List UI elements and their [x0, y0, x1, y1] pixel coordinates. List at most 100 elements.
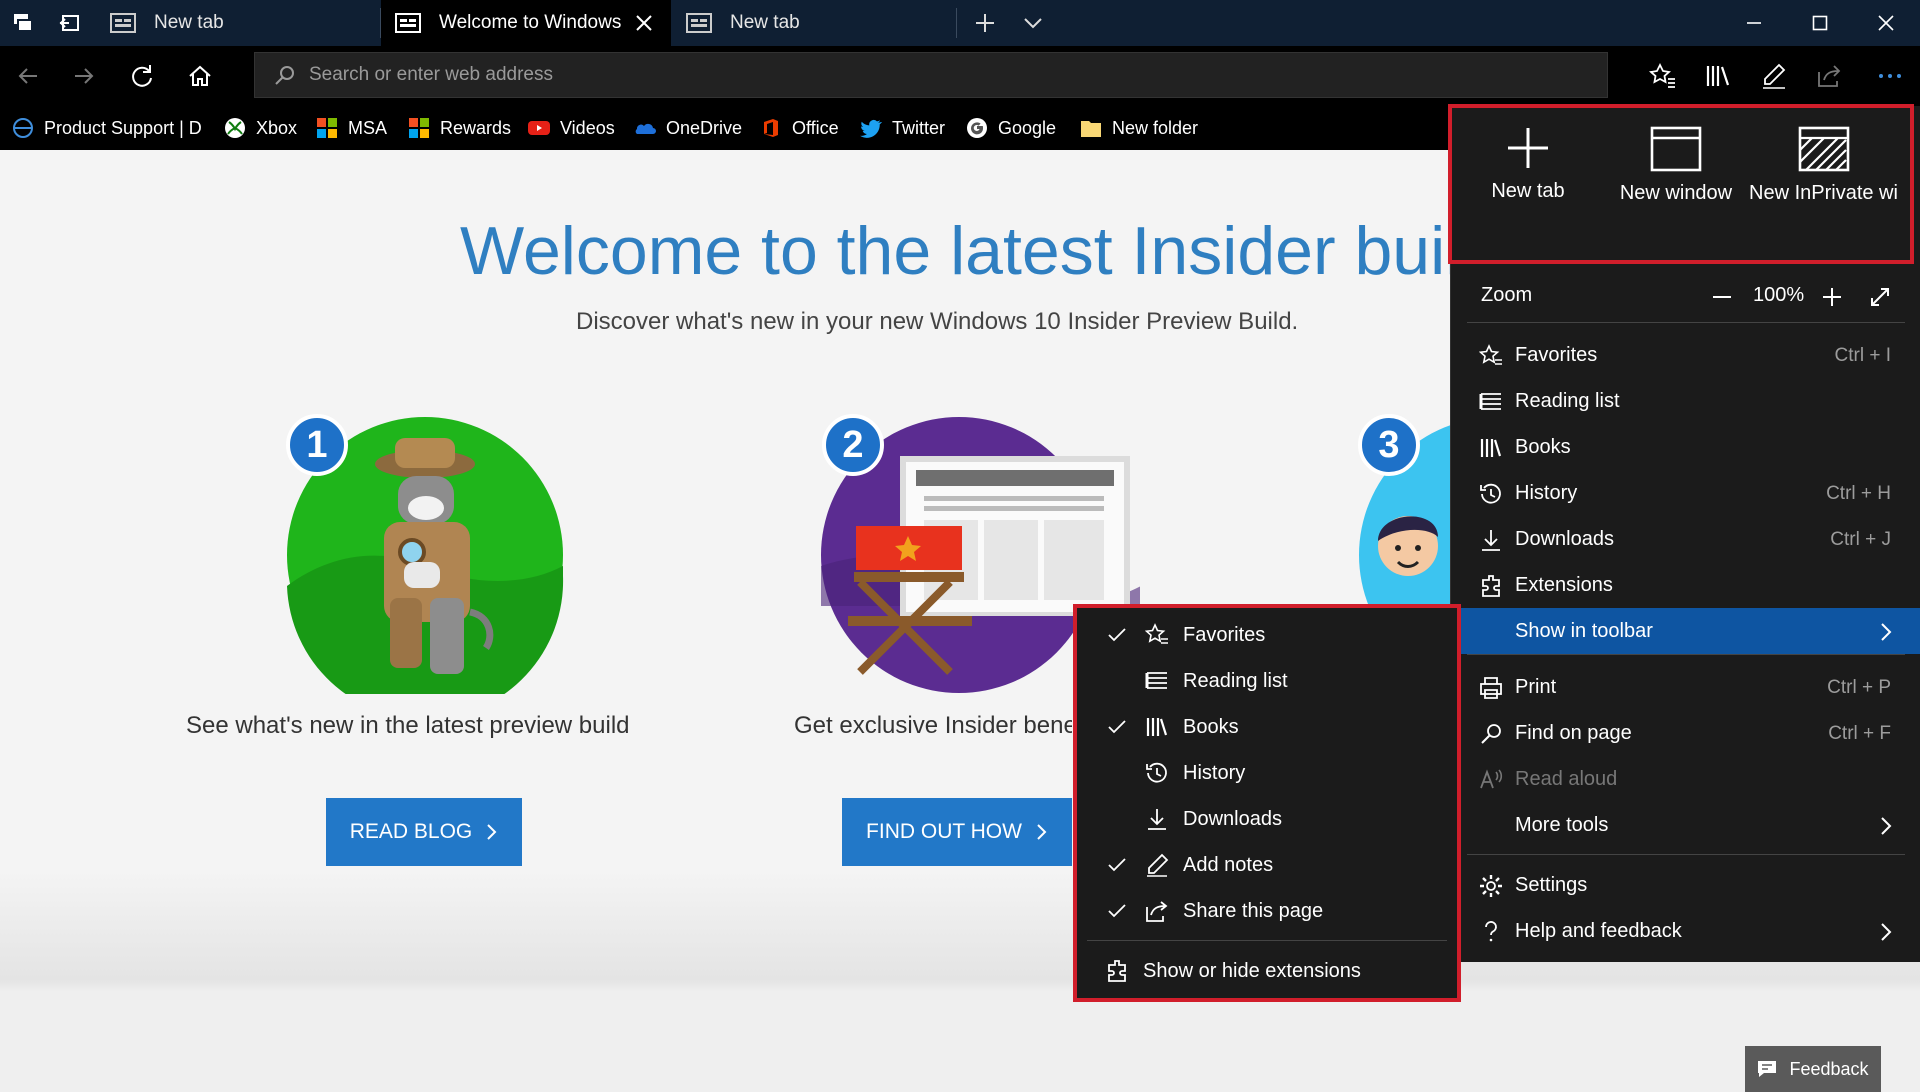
toolbar-toggle-books[interactable]: Books	[1077, 704, 1457, 750]
cloud-icon	[635, 123, 656, 134]
chevron-right-icon	[1881, 923, 1892, 941]
menu-item-more-tools[interactable]: More tools	[1451, 802, 1920, 848]
toolbar-toggle-favorites[interactable]: Favorites	[1077, 612, 1457, 658]
feedback-button[interactable]: Feedback	[1745, 1046, 1881, 1092]
tab-actions-icon[interactable]	[10, 10, 36, 36]
zoom-in-plus-icon[interactable]	[1821, 286, 1843, 308]
favorite-onedrive[interactable]: OneDrive	[634, 112, 742, 144]
show-or-hide-extensions-item[interactable]: Show or hide extensions	[1077, 948, 1457, 994]
toolbar-toggle-downloads[interactable]: Downloads	[1077, 796, 1457, 842]
page-icon	[110, 13, 136, 33]
page-icon	[395, 13, 421, 33]
reading-list-icon	[1479, 393, 1501, 410]
step-badge-3: 3	[1358, 414, 1420, 476]
forward-button[interactable]	[68, 60, 100, 92]
find-out-how-button[interactable]: FIND OUT HOW	[842, 798, 1072, 866]
fullscreen-expand-icon[interactable]	[1869, 286, 1891, 308]
menu-item-print[interactable]: Print Ctrl + P	[1451, 664, 1920, 710]
more-ellipsis-icon	[1879, 74, 1901, 78]
chevron-right-icon	[1881, 817, 1892, 835]
new-tab-plus-icon[interactable]	[972, 10, 998, 36]
tab-welcome[interactable]: Welcome to Windows	[381, 0, 671, 46]
office-icon	[764, 119, 778, 137]
zoom-out-minus-icon[interactable]	[1711, 286, 1733, 308]
close-tab-icon[interactable]	[633, 12, 655, 34]
xbox-icon	[225, 118, 245, 138]
history-icon	[1146, 762, 1167, 783]
forward-arrow-icon	[75, 68, 94, 84]
favorite-google[interactable]: Google	[966, 112, 1056, 144]
favorite-xbox[interactable]: Xbox	[224, 112, 297, 144]
refresh-button[interactable]	[126, 60, 158, 92]
refresh-icon	[132, 65, 152, 87]
toolbar-toggle-history[interactable]: History	[1077, 750, 1457, 796]
books-icon	[1146, 718, 1168, 736]
share-button[interactable]	[1814, 60, 1846, 92]
new-tab-menu-button[interactable]: New tab	[1453, 126, 1603, 203]
tab-new-tab-1[interactable]: New tab	[96, 0, 378, 46]
tab-divider	[956, 8, 957, 38]
twitter-icon	[860, 119, 882, 138]
shortcut-hint: Ctrl + J	[1830, 529, 1891, 550]
menu-item-show-in-toolbar[interactable]: Show in toolbar	[1451, 608, 1920, 654]
zoom-row: Zoom 100%	[1451, 270, 1920, 322]
maximize-button[interactable]	[1792, 0, 1848, 46]
menu-item-reading-list[interactable]: Reading list	[1451, 378, 1920, 424]
tab-new-tab-2[interactable]: New tab	[672, 0, 954, 46]
close-window-button[interactable]	[1858, 0, 1914, 46]
favorite-new-folder[interactable]: New folder	[1080, 112, 1198, 144]
new-window-menu-button[interactable]: New window	[1601, 126, 1751, 205]
download-icon	[1482, 530, 1500, 551]
menu-item-downloads[interactable]: Downloads Ctrl + J	[1451, 516, 1920, 562]
menu-item-help-and-feedback[interactable]: Help and feedback	[1451, 908, 1920, 954]
tab-label: New tab	[730, 12, 800, 33]
navigation-bar	[0, 46, 1920, 106]
home-button[interactable]	[184, 60, 216, 92]
find-icon	[1481, 724, 1501, 744]
set-aside-tabs-icon[interactable]	[56, 10, 82, 36]
back-button[interactable]	[12, 60, 44, 92]
favorite-product-support[interactable]: Product Support | D	[12, 112, 202, 144]
read-blog-button[interactable]: READ BLOG	[326, 798, 522, 866]
minimize-icon	[1747, 22, 1761, 24]
toolbar-toggle-reading-list[interactable]: Reading list	[1077, 658, 1457, 704]
favorite-videos[interactable]: Videos	[528, 112, 615, 144]
menu-item-find-on-page[interactable]: Find on page Ctrl + F	[1451, 710, 1920, 756]
google-icon	[967, 118, 987, 138]
favorite-twitter[interactable]: Twitter	[860, 112, 945, 144]
add-notes-button[interactable]	[1758, 60, 1790, 92]
address-bar[interactable]	[254, 52, 1608, 98]
toolbar-toggle-add-notes[interactable]: Add notes	[1077, 842, 1457, 888]
menu-item-books[interactable]: Books	[1451, 424, 1920, 470]
share-icon	[1146, 901, 1168, 922]
print-icon	[1480, 677, 1502, 699]
plus-icon	[1508, 128, 1548, 168]
favorite-office[interactable]: Office	[760, 112, 839, 144]
read-aloud-icon	[1480, 769, 1503, 789]
menu-item-favorites[interactable]: Favorites Ctrl + I	[1451, 332, 1920, 378]
tab-preview-chevron-down-icon[interactable]	[1020, 10, 1046, 36]
favorites-icon	[1479, 344, 1502, 365]
toolbar-toggle-share-this-page[interactable]: Share this page	[1077, 888, 1457, 934]
close-icon	[1878, 15, 1894, 31]
pen-icon	[1763, 63, 1786, 89]
add-favorite-button[interactable]	[1646, 60, 1678, 92]
zoom-label: Zoom	[1481, 284, 1533, 306]
favorite-rewards[interactable]: Rewards	[408, 112, 511, 144]
settings-and-more-button[interactable]	[1874, 60, 1906, 92]
address-input[interactable]	[309, 53, 1589, 97]
menu-item-extensions[interactable]: Extensions	[1451, 562, 1920, 608]
checkmark-icon	[1108, 628, 1126, 642]
new-inprivate-window-menu-button[interactable]: New InPrivate window	[1749, 126, 1899, 266]
page-title: Welcome to the latest Insider build	[460, 213, 1499, 289]
favorite-msa[interactable]: MSA	[316, 112, 387, 144]
menu-item-history[interactable]: History Ctrl + H	[1451, 470, 1920, 516]
chevron-right-icon	[487, 824, 497, 840]
minimize-button[interactable]	[1726, 0, 1782, 46]
chevron-right-icon	[1037, 824, 1047, 840]
menu-item-settings[interactable]: Settings	[1451, 862, 1920, 908]
hub-button[interactable]	[1702, 60, 1734, 92]
menu-divider	[1467, 322, 1905, 323]
menu-divider	[1467, 854, 1905, 855]
zoom-level: 100%	[1753, 284, 1805, 306]
